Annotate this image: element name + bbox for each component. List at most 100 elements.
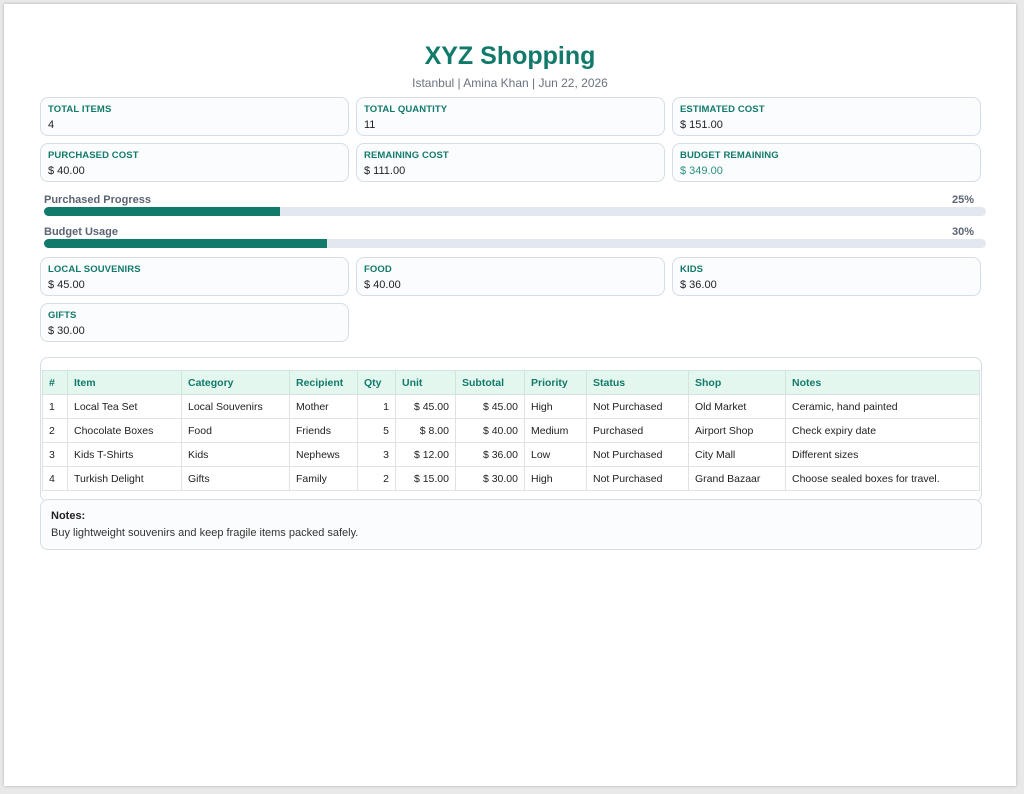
cell-notes: Ceramic, hand painted <box>785 394 980 419</box>
cell-number: 1 <box>42 394 68 419</box>
table-row: 2 Chocolate Boxes Food Friends 5 $ 8.00 … <box>42 418 980 443</box>
cell-qty: 5 <box>357 418 396 443</box>
card-label: ESTIMATED COST <box>680 104 765 115</box>
cell-notes: Check expiry date <box>785 418 980 443</box>
card-label: FOOD <box>364 264 392 275</box>
card-value: $ 30.00 <box>48 325 85 337</box>
card-value: 11 <box>364 119 376 131</box>
cell-shop: Airport Shop <box>688 418 786 443</box>
notes-box: Notes: Buy lightweight souvenirs and kee… <box>40 499 982 550</box>
cell-category: Food <box>181 418 290 443</box>
card-value: $ 40.00 <box>364 279 401 291</box>
card-value: $ 349.00 <box>680 165 723 177</box>
table-row: 4 Turkish Delight Gifts Family 2 $ 15.00… <box>42 466 980 491</box>
cell-status: Not Purchased <box>586 442 689 467</box>
cell-priority: Low <box>524 442 587 467</box>
summary-card-estimated-cost: ESTIMATED COST $ 151.00 <box>672 97 981 136</box>
card-label: TOTAL QUANTITY <box>364 104 448 115</box>
cell-subtotal: $ 40.00 <box>455 418 525 443</box>
cell-recipient: Family <box>289 466 358 491</box>
category-card-kids: KIDS $ 36.00 <box>672 257 981 296</box>
table-header-row: # Item Category Recipient Qty Unit Subto… <box>42 370 980 395</box>
table-row: 3 Kids T-Shirts Kids Nephews 3 $ 12.00 $… <box>42 442 980 467</box>
cell-category: Gifts <box>181 466 290 491</box>
cell-shop: City Mall <box>688 442 786 467</box>
document-page: XYZ Shopping Istanbul | Amina Khan | Jun… <box>4 4 1016 786</box>
budget-usage-percent: 30% <box>951 226 974 238</box>
cell-item: Turkish Delight <box>67 466 182 491</box>
items-table: # Item Category Recipient Qty Unit Subto… <box>42 370 980 491</box>
card-label: PURCHASED COST <box>48 150 139 161</box>
card-value: $ 40.00 <box>48 165 85 177</box>
card-label: GIFTS <box>48 310 77 321</box>
budget-usage-fill <box>44 239 327 248</box>
page-title: XYZ Shopping <box>424 42 596 70</box>
cell-item: Chocolate Boxes <box>67 418 182 443</box>
notes-heading: Notes: <box>51 510 86 522</box>
column-header-priority: Priority <box>524 370 587 395</box>
cell-status: Not Purchased <box>586 466 689 491</box>
budget-usage-label: Budget Usage <box>44 226 118 238</box>
column-header-item: Item <box>67 370 182 395</box>
summary-card-remaining-cost: REMAINING COST $ 111.00 <box>356 143 665 182</box>
cell-qty: 3 <box>357 442 396 467</box>
column-header-shop: Shop <box>688 370 786 395</box>
column-header-status: Status <box>586 370 689 395</box>
card-value: $ 151.00 <box>680 119 723 131</box>
cell-priority: High <box>524 394 587 419</box>
cell-status: Not Purchased <box>586 394 689 419</box>
cell-unit: $ 45.00 <box>395 394 456 419</box>
cell-notes: Choose sealed boxes for travel. <box>785 466 980 491</box>
card-label: TOTAL ITEMS <box>48 104 112 115</box>
purchased-progress-percent: 25% <box>951 194 974 206</box>
cell-number: 4 <box>42 466 68 491</box>
card-label: KIDS <box>680 264 704 275</box>
cell-item: Local Tea Set <box>67 394 182 419</box>
cell-item: Kids T-Shirts <box>67 442 182 467</box>
cell-notes: Different sizes <box>785 442 980 467</box>
summary-card-budget-remaining: BUDGET REMAINING $ 349.00 <box>672 143 981 182</box>
column-header-subtotal: Subtotal <box>455 370 525 395</box>
cell-category: Local Souvenirs <box>181 394 290 419</box>
card-label: REMAINING COST <box>364 150 449 161</box>
cell-recipient: Nephews <box>289 442 358 467</box>
cell-number: 3 <box>42 442 68 467</box>
category-card-gifts: GIFTS $ 30.00 <box>40 303 349 342</box>
cell-number: 2 <box>42 418 68 443</box>
cell-unit: $ 15.00 <box>395 466 456 491</box>
column-header-notes: Notes <box>785 370 980 395</box>
card-label: BUDGET REMAINING <box>680 150 779 161</box>
column-header-recipient: Recipient <box>289 370 358 395</box>
column-header-unit: Unit <box>395 370 456 395</box>
table-row: 1 Local Tea Set Local Souvenirs Mother 1… <box>42 394 980 419</box>
cell-shop: Grand Bazaar <box>688 466 786 491</box>
cell-priority: High <box>524 466 587 491</box>
items-table-container: # Item Category Recipient Qty Unit Subto… <box>40 357 982 502</box>
summary-card-total-quantity: TOTAL QUANTITY 11 <box>356 97 665 136</box>
summary-card-purchased-cost: PURCHASED COST $ 40.00 <box>40 143 349 182</box>
column-header-number: # <box>42 370 68 395</box>
card-value: $ 36.00 <box>680 279 717 291</box>
cell-status: Purchased <box>586 418 689 443</box>
cell-shop: Old Market <box>688 394 786 419</box>
cell-subtotal: $ 36.00 <box>455 442 525 467</box>
purchased-progress-fill <box>44 207 280 216</box>
card-value: $ 111.00 <box>364 165 406 177</box>
cell-recipient: Friends <box>289 418 358 443</box>
column-header-qty: Qty <box>357 370 396 395</box>
cell-category: Kids <box>181 442 290 467</box>
cell-unit: $ 12.00 <box>395 442 456 467</box>
card-value: 4 <box>48 119 55 131</box>
purchased-progress-track <box>44 207 986 216</box>
summary-card-total-items: TOTAL ITEMS 4 <box>40 97 349 136</box>
cell-priority: Medium <box>524 418 587 443</box>
category-card-food: FOOD $ 40.00 <box>356 257 665 296</box>
card-label: LOCAL SOUVENIRS <box>48 264 141 275</box>
purchased-progress-label: Purchased Progress <box>44 194 151 206</box>
cell-unit: $ 8.00 <box>395 418 456 443</box>
cell-subtotal: $ 30.00 <box>455 466 525 491</box>
column-header-category: Category <box>181 370 290 395</box>
card-value: $ 45.00 <box>48 279 85 291</box>
category-card-local-souvenirs: LOCAL SOUVENIRS $ 45.00 <box>40 257 349 296</box>
cell-recipient: Mother <box>289 394 358 419</box>
